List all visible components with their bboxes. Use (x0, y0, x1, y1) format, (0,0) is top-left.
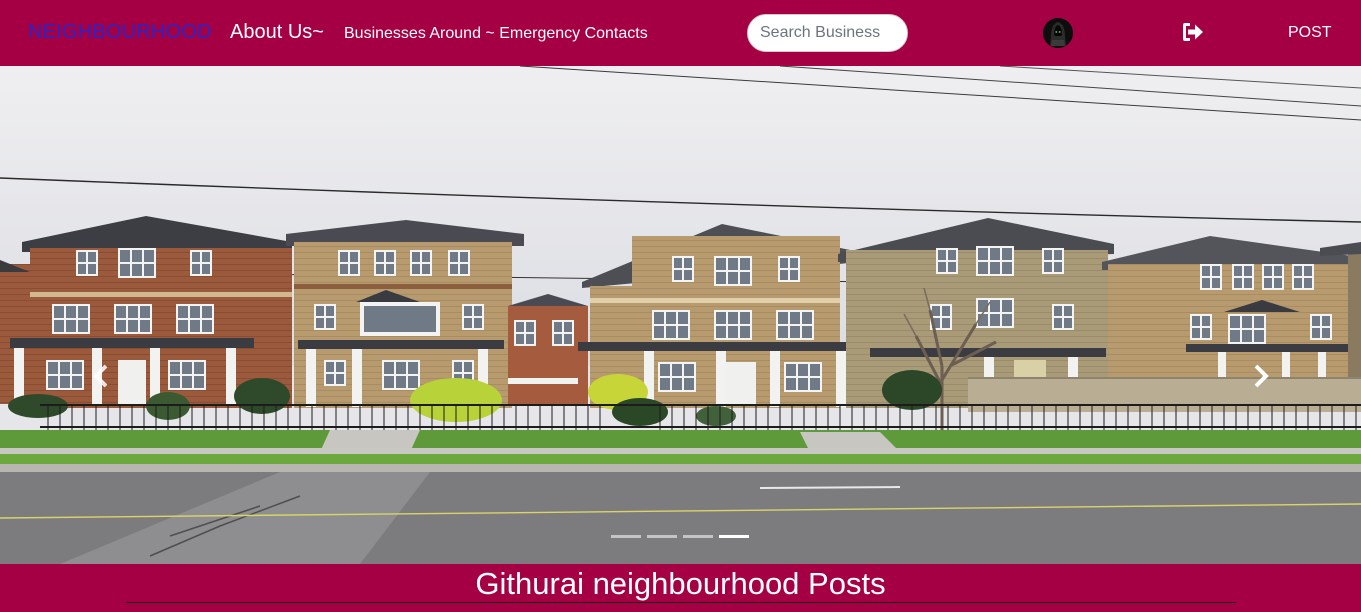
brand-link[interactable]: NEIGHBOURHOOD (28, 21, 212, 44)
hooded-figure-avatar-icon[interactable] (1043, 18, 1073, 48)
carousel-indicator-3[interactable] (683, 535, 713, 538)
post-link[interactable]: POST (1288, 24, 1332, 42)
businesses-emergency-link[interactable]: Businesses Around ~ Emergency Contacts (344, 25, 648, 43)
search-business-input[interactable] (747, 14, 908, 52)
carousel-prev-control[interactable] (82, 356, 122, 396)
carousel-next-control[interactable] (1240, 356, 1280, 396)
neighbourhood-houses-image (0, 66, 1361, 564)
navbar: NEIGHBOURHOOD About Us~ Businesses Aroun… (0, 0, 1361, 66)
chevron-left-icon (93, 364, 108, 388)
chevron-right-icon (1254, 364, 1269, 388)
carousel-indicator-2[interactable] (647, 535, 677, 538)
sign-out-icon[interactable] (1181, 22, 1205, 42)
carousel-indicators (611, 535, 751, 541)
carousel-indicator-4[interactable] (719, 535, 749, 538)
heading-divider (126, 602, 1236, 603)
hero-carousel (0, 66, 1361, 564)
about-us-link[interactable]: About Us~ (230, 21, 324, 44)
carousel-indicator-1[interactable] (611, 535, 641, 538)
posts-heading: Githurai neighbourhood Posts (475, 566, 886, 601)
